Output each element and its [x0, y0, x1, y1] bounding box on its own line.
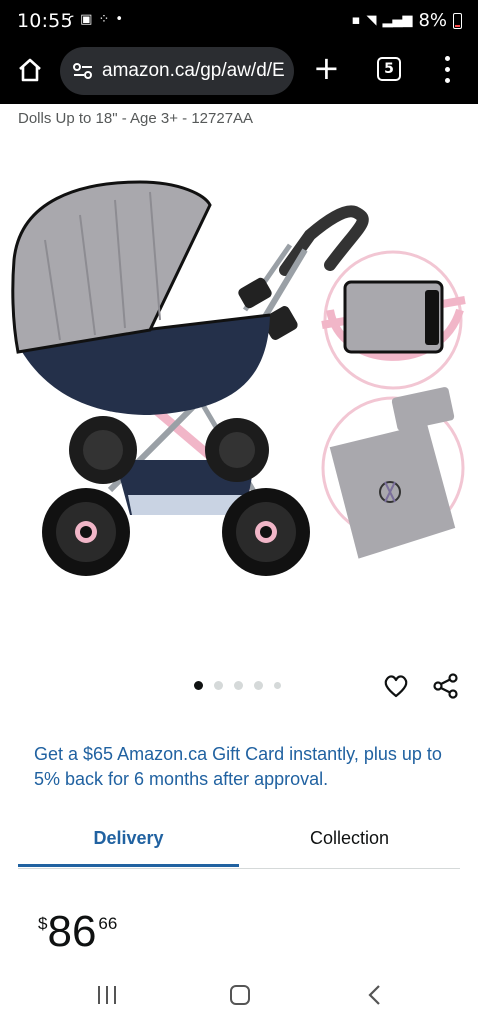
menu-dot — [445, 67, 450, 72]
signal-icon: ▂▄▆ — [382, 13, 413, 28]
wishlist-button[interactable] — [382, 672, 410, 700]
gift-card-promo-link[interactable]: Get a $65 Amazon.ca Gift Card instantly,… — [34, 742, 454, 792]
battery-percent: 8% — [418, 10, 447, 31]
recents-icon-bar — [114, 986, 116, 1004]
tab-collection[interactable]: Collection — [239, 815, 460, 867]
back-icon — [368, 985, 380, 1005]
home-icon — [19, 58, 41, 82]
status-time: 10:55 — [17, 10, 73, 32]
site-settings-icon[interactable] — [72, 62, 94, 80]
browser-toolbar: amazon.ca/gp/aw/d/E + 5 — [0, 42, 478, 104]
dot-icon: • — [115, 12, 124, 27]
new-tab-button[interactable]: + — [313, 52, 340, 84]
lock-icon: ▪ — [351, 13, 361, 28]
address-bar[interactable]: amazon.ca/gp/aw/d/E — [60, 47, 294, 95]
battery-icon — [453, 12, 462, 29]
recents-icon-bar — [98, 986, 100, 1004]
product-title[interactable]: Dolls Up to 18" - Age 3+ - 12727AA — [18, 110, 253, 127]
price-fraction: 66 — [98, 914, 118, 933]
carousel-dot[interactable] — [274, 682, 281, 689]
system-home-button[interactable] — [230, 985, 250, 1005]
more-menu-button[interactable] — [436, 55, 458, 85]
recents-button[interactable] — [96, 986, 118, 1004]
carousel-dot[interactable] — [234, 681, 243, 690]
back-button[interactable] — [365, 983, 385, 1007]
image-carousel-indicator[interactable] — [194, 681, 281, 690]
status-right: ▪ ◥ ▂▄▆ 8% — [352, 10, 462, 31]
grid-dots-icon: ⁘ — [98, 12, 110, 27]
carousel-dot[interactable] — [194, 681, 203, 690]
carousel-dot[interactable] — [254, 681, 263, 690]
tab-delivery[interactable]: Delivery — [18, 815, 239, 867]
share-button[interactable] — [432, 672, 460, 700]
status-bar: 10:55 ꜥ ▣ ⁘ • ▪ ◥ ▂▄▆ 8% — [0, 0, 478, 42]
calendar-icon: ▣ — [80, 12, 93, 27]
recents-icon-bar — [106, 986, 108, 1004]
heart-icon — [384, 675, 408, 698]
menu-dot — [445, 78, 450, 83]
status-left-icons: ꜥ ▣ ⁘ • — [68, 12, 123, 27]
home-button[interactable] — [16, 56, 44, 84]
wifi-icon: ◥ — [366, 13, 377, 28]
share-icon — [433, 673, 458, 699]
photos-icon: ꜥ — [68, 12, 75, 27]
price-currency-symbol: $ — [38, 914, 48, 933]
price: $ 86 66 — [38, 908, 117, 956]
price-whole: 86 — [47, 907, 97, 956]
fulfillment-tabs: Delivery Collection — [18, 815, 460, 869]
product-image[interactable] — [0, 170, 478, 600]
carousel-dot[interactable] — [214, 681, 223, 690]
tab-switcher-button[interactable]: 5 — [377, 57, 401, 81]
menu-dot — [445, 56, 450, 61]
system-nav-bar — [0, 964, 478, 1024]
url-text: amazon.ca/gp/aw/d/E — [102, 60, 285, 81]
